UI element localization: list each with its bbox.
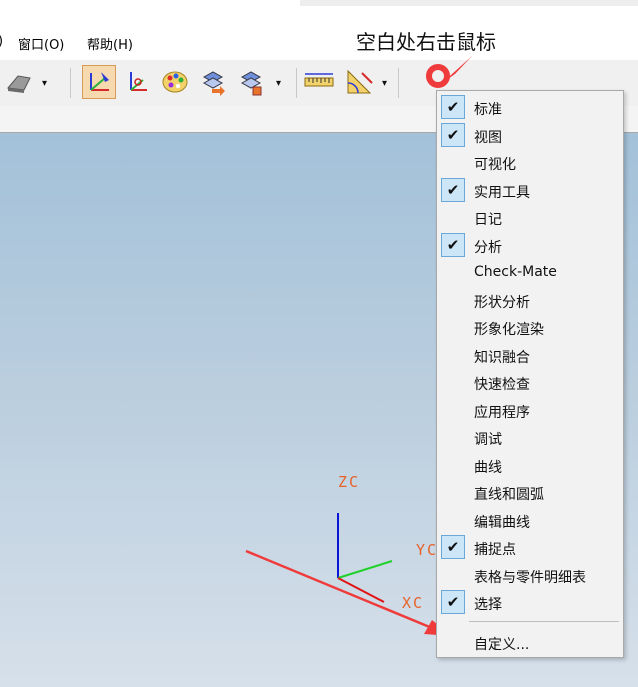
menu-item-label: 日记 xyxy=(474,212,502,228)
toolbar-context-menu: 自定义... ✔ 标准 ✔ 视图可视化 ✔ 实用工具日记 ✔ 分析 Check-Mate 形状分析… xyxy=(436,90,624,658)
menu-item-label: 视图 xyxy=(474,129,502,146)
menu-item[interactable]: ✔ 实用工具 xyxy=(437,177,623,204)
check-icon: ✔ xyxy=(441,232,465,257)
menu-item[interactable]: Check-Mate xyxy=(437,259,623,286)
annotation-arrow-pointer xyxy=(426,56,472,88)
menu-item-label: 分析 xyxy=(474,239,502,256)
menu-item[interactable]: ✔ 标准 xyxy=(437,94,623,121)
check-icon: ✔ xyxy=(441,590,465,614)
menu-item[interactable]: 日记 xyxy=(437,204,623,231)
menu-item[interactable]: ✔ 分析 xyxy=(437,232,623,259)
check-icon: ✔ xyxy=(441,177,465,202)
menu-item-label: 表格与零件明细表 xyxy=(474,569,586,586)
menu-item[interactable]: 调试 xyxy=(437,424,623,451)
check-icon: ✔ xyxy=(441,95,465,119)
menu-item[interactable]: 形状分析 xyxy=(437,287,623,314)
menu-item[interactable]: 表格与零件明细表 xyxy=(437,562,623,589)
menu-item-label: Check-Mate xyxy=(474,264,557,280)
menu-item-label: 选择 xyxy=(474,597,502,613)
menu-item[interactable]: ✔ 选择 xyxy=(437,589,623,616)
menu-item-label: 直线和圆弧 xyxy=(474,487,544,503)
menu-item-label: 知识融合 xyxy=(474,349,530,366)
menu-item-label: 调试 xyxy=(474,432,502,448)
menu-item[interactable]: 曲线 xyxy=(437,452,623,479)
menu-item[interactable]: 知识融合 xyxy=(437,342,623,369)
menu-item-label: 编辑曲线 xyxy=(474,514,530,531)
menu-item-label: 形象化渲染 xyxy=(474,322,544,338)
check-icon: ✔ xyxy=(441,122,465,147)
menu-item[interactable]: ✔ 视图 xyxy=(437,122,623,149)
menu-item-label: 标准 xyxy=(474,102,502,118)
menu-item[interactable]: ✔ 捕捉点 xyxy=(437,534,623,561)
menu-item[interactable]: 快速检查 xyxy=(437,369,623,396)
menu-item[interactable]: 可视化 xyxy=(437,149,623,176)
menu-item[interactable]: 直线和圆弧 xyxy=(437,479,623,506)
menu-item-label: 应用程序 xyxy=(474,404,530,421)
menu-item-label: 自定义... xyxy=(474,637,530,653)
menu-item-label: 形状分析 xyxy=(474,294,530,311)
wcs-triad xyxy=(337,513,393,603)
menu-item-customize[interactable]: 自定义... xyxy=(437,629,623,656)
menu-item[interactable]: 应用程序 xyxy=(437,397,623,424)
menu-item-label: 实用工具 xyxy=(474,184,530,201)
y-axis-line xyxy=(337,560,393,579)
menu-item-label: 捕捉点 xyxy=(474,542,516,558)
annotation-text: 空白处右击鼠标 xyxy=(356,30,496,54)
menu-separator xyxy=(469,621,619,622)
menu-item-label: 可视化 xyxy=(474,157,516,173)
click-marker-icon xyxy=(426,64,450,88)
check-icon: ✔ xyxy=(441,535,465,559)
annotation-arrow-customize xyxy=(245,549,452,636)
menu-item[interactable]: 形象化渲染 xyxy=(437,314,623,341)
menu-item[interactable]: 编辑曲线 xyxy=(437,507,623,534)
menu-item-label: 快速检查 xyxy=(474,377,530,393)
menu-item-label: 曲线 xyxy=(474,459,502,476)
